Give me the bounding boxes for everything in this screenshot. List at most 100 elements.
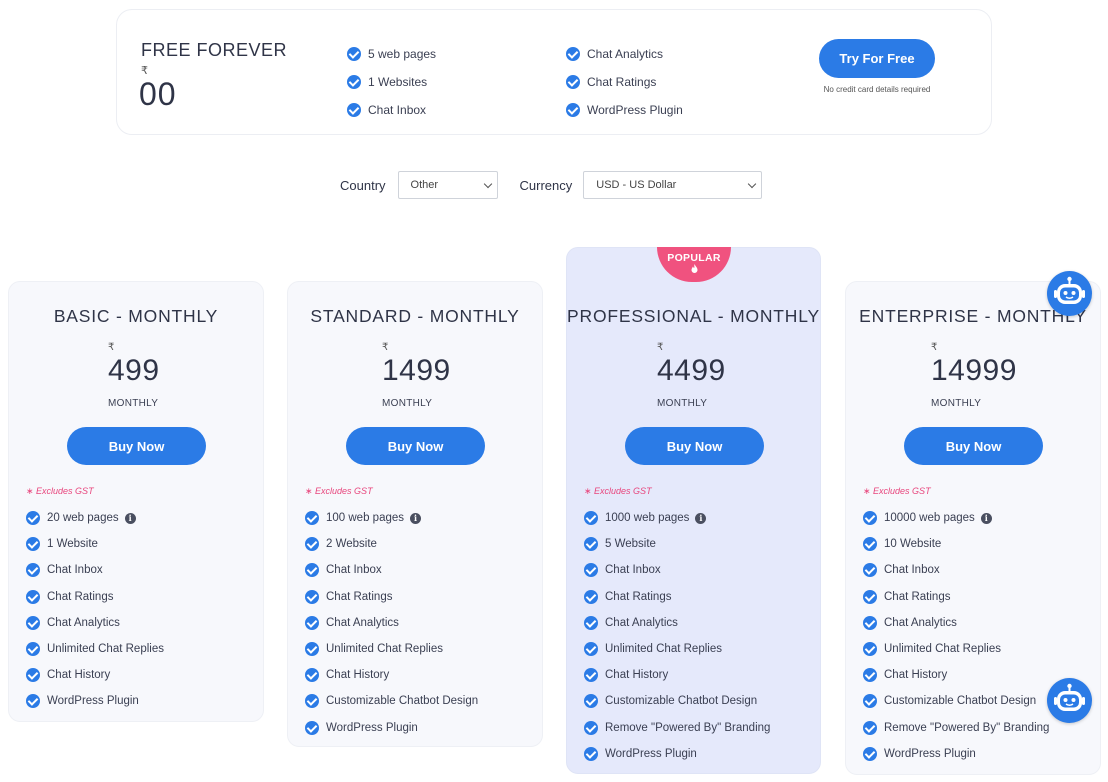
plan-price: 499 [108,354,160,387]
feature-list: 10000 web pages i 10 Website Chat Inbox C… [863,505,1049,767]
feature-list: 20 web pages i 1 Website Chat Inbox Chat … [26,505,164,715]
plan-card-standard: STANDARD - MONTHLY ₹ 1499 MONTHLY Buy No… [287,281,543,747]
check-icon [305,511,319,526]
check-icon [584,511,598,526]
check-icon [584,642,598,657]
check-icon [305,615,319,630]
check-icon [863,746,877,761]
check-icon [305,720,319,735]
buy-now-button-professional[interactable]: Buy Now [625,427,764,465]
info-icon[interactable]: i [410,512,422,524]
feature-item: Chat Inbox [26,557,164,583]
check-icon [584,537,598,552]
free-feature: 5 web pages [347,40,436,68]
check-icon [584,720,598,735]
feature-item: Chat History [584,662,770,688]
free-feature: WordPress Plugin [566,96,683,124]
plan-period: MONTHLY [382,398,433,409]
feature-item: Unlimited Chat Replies [26,636,164,662]
check-icon [305,563,319,578]
check-icon [863,563,877,578]
check-icon [305,642,319,657]
check-icon [584,746,598,761]
check-icon [566,75,580,89]
free-feature: Chat Inbox [347,96,436,124]
free-feature: 1 Websites [347,68,436,96]
chatbot-icon[interactable] [1047,678,1092,723]
buy-now-button-basic[interactable]: Buy Now [67,427,206,465]
feature-item: 2 Website [305,531,478,557]
feature-item: 1000 web pages i [584,505,770,531]
plan-period: MONTHLY [657,398,708,409]
feature-list: 100 web pages i 2 Website Chat Inbox Chat… [305,505,478,741]
check-icon [305,537,319,552]
feature-item: Customizable Chatbot Design [305,688,478,714]
check-icon [863,668,877,683]
check-icon [584,563,598,578]
feature-item: 10000 web pages i [863,505,1049,531]
country-select[interactable]: Other [397,171,498,199]
check-icon [347,47,361,61]
free-features-col2: Chat Analytics Chat Ratings WordPress Pl… [566,40,683,124]
feature-item: Chat History [305,662,478,688]
free-plan-card: FREE FOREVER ₹ 00 5 web pages 1 Websites… [116,9,992,135]
check-icon [863,537,877,552]
plan-currency-symbol: ₹ [931,342,938,353]
check-icon [26,668,40,683]
free-feature: Chat Ratings [566,68,683,96]
feature-item: Remove "Powered By" Branding [584,715,770,741]
currency-label: Currency [519,177,573,193]
check-icon [863,720,877,735]
buy-now-button-enterprise[interactable]: Buy Now [904,427,1043,465]
check-icon [305,694,319,709]
feature-item: Chat Inbox [584,557,770,583]
plan-currency-symbol: ₹ [382,342,389,353]
check-icon [26,537,40,552]
flame-icon [657,264,731,276]
check-icon [863,511,877,526]
feature-item: Chat Analytics [584,610,770,636]
chevron-down-icon [748,179,757,188]
chatbot-icon[interactable] [1047,271,1092,316]
feature-item: 100 web pages i [305,505,478,531]
feature-item: 1 Website [26,531,164,557]
info-icon[interactable]: i [124,512,136,524]
try-for-free-button[interactable]: Try For Free [819,39,935,78]
feature-item: WordPress Plugin [863,741,1049,767]
plan-price: 1499 [382,354,451,387]
check-icon [863,694,877,709]
plan-name: BASIC - MONTHLY [53,306,219,326]
free-plan-title: FREE FOREVER [141,40,288,60]
excludes-gst-note: ∗ Excludes GST [305,486,373,496]
check-icon [305,668,319,683]
currency-select[interactable]: USD - US Dollar [583,171,763,199]
feature-item: Chat Analytics [863,610,1049,636]
check-icon [347,75,361,89]
feature-item: WordPress Plugin [584,741,770,767]
feature-item: Remove "Powered By" Branding [863,715,1049,741]
excludes-gst-note: ∗ Excludes GST [26,486,94,496]
no-credit-card-note: No credit card details required [823,85,931,94]
info-icon[interactable]: i [695,512,707,524]
feature-item: Chat Ratings [584,584,770,610]
country-label: Country [340,177,386,193]
feature-item: Chat Ratings [305,584,478,610]
check-icon [26,642,40,657]
free-feature: Chat Analytics [566,40,683,68]
info-icon[interactable]: i [980,512,992,524]
feature-item: WordPress Plugin [305,715,478,741]
plan-card-professional: PROFESSIONAL - MONTHLY ₹ 4499 MONTHLY Bu… [566,247,821,774]
check-icon [863,642,877,657]
buy-now-button-standard[interactable]: Buy Now [346,427,485,465]
plan-price: 4499 [657,354,726,387]
feature-item: Chat Ratings [863,584,1049,610]
plan-period: MONTHLY [931,398,982,409]
check-icon [566,47,580,61]
check-icon [26,694,40,709]
feature-item: 20 web pages i [26,505,164,531]
feature-item: WordPress Plugin [26,688,164,714]
excludes-gst-note: ∗ Excludes GST [863,486,931,496]
feature-item: Chat History [863,662,1049,688]
feature-item: Chat Ratings [26,584,164,610]
feature-item: Chat Inbox [305,557,478,583]
